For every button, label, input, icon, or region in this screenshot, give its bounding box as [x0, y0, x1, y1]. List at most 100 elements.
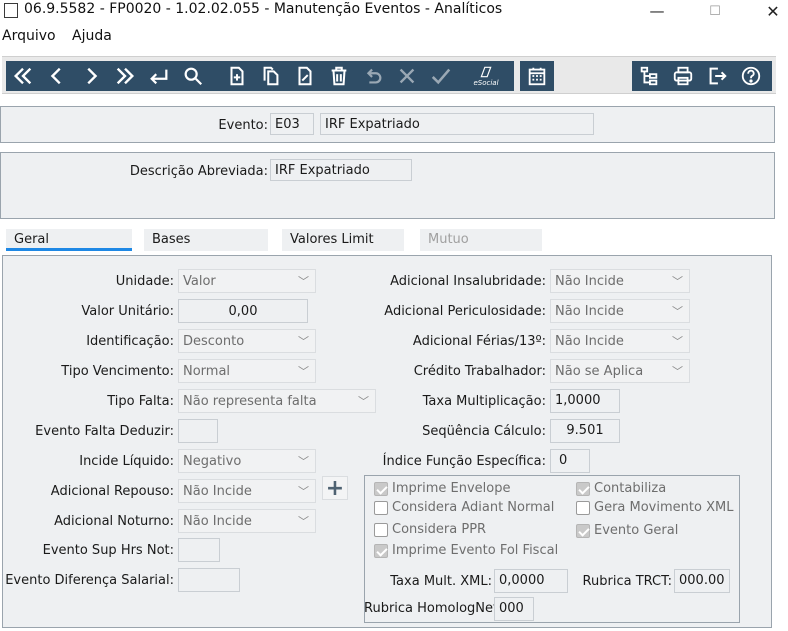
evento-code-field[interactable]: E03 [270, 113, 314, 135]
chevron-down-icon: ﹀ [298, 275, 309, 288]
maximize-button[interactable]: ☐ [692, 0, 738, 22]
checkbox-icon [374, 522, 388, 537]
descricao-label: Descrição Abreviada: [129, 164, 268, 179]
taxa-multiplicacao-field[interactable]: 1,0000 [550, 389, 620, 413]
rubrica-trct-label: Rubrica TRCT: [582, 574, 672, 589]
minimize-button[interactable]: — [634, 0, 680, 22]
first-record-icon[interactable] [8, 61, 38, 91]
adicional-periculosidade-select[interactable]: Não Incide ﹀ [550, 299, 690, 323]
taxa-multiplicacao-label: Taxa Multiplicação: [422, 394, 546, 409]
exit-icon[interactable] [702, 61, 732, 91]
tab-valores-limit[interactable]: Valores Limit [282, 229, 404, 251]
incide-liquido-select[interactable]: Negativo ﹀ [178, 449, 316, 473]
confirm-icon[interactable] [426, 61, 456, 91]
gera-movimento-checkbox[interactable]: Gera Movimento XML [576, 500, 733, 515]
tipo-falta-label: Tipo Falta: [107, 394, 174, 409]
valor-unitario-field[interactable]: 0,00 [178, 299, 308, 323]
previous-record-icon[interactable] [42, 61, 72, 91]
last-record-icon[interactable] [110, 61, 140, 91]
indice-funcao-field[interactable]: 0 [550, 449, 590, 473]
tipo-falta-select[interactable]: Não representa falta ﹀ [178, 389, 376, 413]
tab-bases[interactable]: Bases [144, 229, 268, 251]
evento-falta-deduzir-label: Evento Falta Deduzir: [35, 424, 174, 439]
edit-record-icon[interactable] [290, 61, 320, 91]
imprime-evento-fol-checkbox[interactable]: Imprime Evento Fol Fiscal [374, 543, 558, 558]
unidade-label: Unidade: [115, 274, 174, 289]
checkbox-icon [374, 481, 388, 496]
tab-mutuo[interactable]: Mutuo [420, 229, 542, 251]
calendar-icon[interactable] [522, 61, 552, 91]
chevron-down-icon: ﹀ [672, 275, 683, 288]
adicional-insalubridade-select[interactable]: Não Incide ﹀ [550, 269, 690, 293]
considera-ppr-checkbox[interactable]: Considera PPR [374, 522, 486, 537]
app-icon [4, 3, 18, 18]
valor-unitario-label: Valor Unitário: [81, 304, 174, 319]
adicional-noturno-select[interactable]: Não Incide ﹀ [178, 509, 316, 533]
adicional-repouso-select[interactable]: Não Incide ﹀ [178, 479, 316, 503]
adicional-repouso-label: Adicional Repouso: [50, 484, 174, 499]
adicional-insalubridade-label: Adicional Insalubridade: [390, 274, 546, 289]
checkbox-icon [374, 500, 388, 515]
identificacao-label: Identificação: [86, 334, 174, 349]
evento-diferenca-salarial-field[interactable] [178, 568, 240, 592]
toolbar-group-tools [632, 61, 772, 91]
tree-icon[interactable] [634, 61, 664, 91]
unidade-select[interactable]: Valor ﹀ [178, 269, 316, 293]
checkbox-icon [576, 500, 590, 515]
return-icon[interactable] [144, 61, 174, 91]
evento-sup-hrs-not-field[interactable] [178, 538, 220, 562]
cancel-icon[interactable] [392, 61, 422, 91]
checkbox-icon [576, 481, 590, 496]
credito-trabalhador-select[interactable]: Não se Aplica ﹀ [550, 359, 690, 383]
esocial-label: eSocial [473, 79, 499, 87]
chevron-down-icon: ﹀ [298, 485, 309, 498]
rubrica-homolognet-label: Rubrica HomologNet: [364, 601, 503, 616]
considera-adiant-checkbox[interactable]: Considera Adiant Normal [374, 500, 554, 515]
chevron-down-icon: ﹀ [672, 365, 683, 378]
rubrica-trct-field[interactable]: 000.00 [674, 569, 730, 593]
evento-falta-deduzir-field[interactable] [178, 419, 218, 443]
chevron-down-icon: ﹀ [358, 395, 369, 408]
evento-sup-hrs-not-label: Evento Sup Hrs Not: [42, 543, 174, 558]
toolbar-group-main: eSocial [6, 61, 514, 91]
identificacao-select[interactable]: Desconto ﹀ [178, 329, 316, 353]
next-record-icon[interactable] [76, 61, 106, 91]
new-record-icon[interactable] [222, 61, 252, 91]
evento-name-field[interactable]: IRF Expatriado [320, 113, 594, 135]
adicional-ferias-label: Adicional Férias/13º: [412, 334, 546, 349]
tab-geral[interactable]: Geral [6, 229, 132, 251]
sequencia-calculo-field[interactable]: 9.501 [550, 419, 620, 443]
tipo-vencimento-label: Tipo Vencimento: [61, 364, 174, 379]
evento-label: Evento: [218, 118, 268, 133]
search-icon[interactable] [178, 61, 208, 91]
taxa-mult-xml-field[interactable]: 0,0000 [494, 569, 568, 593]
menu-bar: Arquivo Ajuda [0, 26, 788, 48]
chevron-down-icon: ﹀ [298, 365, 309, 378]
copy-record-icon[interactable] [256, 61, 286, 91]
menu-arquivo[interactable]: Arquivo [2, 28, 56, 44]
tipo-vencimento-select[interactable]: Normal ﹀ [178, 359, 316, 383]
adicional-periculosidade-label: Adicional Periculosidade: [384, 304, 546, 319]
adicional-noturno-label: Adicional Noturno: [54, 514, 174, 529]
adicional-ferias-select[interactable]: Não Incide ﹀ [550, 329, 690, 353]
delete-icon[interactable] [324, 61, 354, 91]
sequencia-calculo-label: Seqüência Cálculo: [422, 424, 546, 439]
descricao-field[interactable]: IRF Expatriado [270, 159, 412, 181]
help-icon[interactable] [736, 61, 766, 91]
esocial-icon[interactable]: eSocial [466, 61, 506, 91]
toolbar-group-calendar [520, 61, 554, 91]
menu-ajuda[interactable]: Ajuda [72, 28, 112, 44]
close-button[interactable]: ✕ [750, 0, 788, 22]
evento-geral-checkbox[interactable]: Evento Geral [576, 523, 678, 538]
print-icon[interactable] [668, 61, 698, 91]
add-button[interactable]: + [322, 476, 348, 501]
imprime-envelope-checkbox[interactable]: Imprime Envelope [374, 481, 510, 496]
undo-icon[interactable] [358, 61, 388, 91]
taxa-mult-xml-label: Taxa Mult. XML: [390, 574, 492, 589]
rubrica-homolognet-field[interactable]: 000 [494, 597, 534, 621]
contabiliza-checkbox[interactable]: Contabiliza [576, 481, 666, 496]
credito-trabalhador-label: Crédito Trabalhador: [413, 364, 546, 379]
checkbox-icon [576, 523, 590, 538]
chevron-down-icon: ﹀ [672, 305, 683, 318]
title-bar: 06.9.5582 - FP0020 - 1.02.02.055 - Manut… [0, 0, 788, 22]
